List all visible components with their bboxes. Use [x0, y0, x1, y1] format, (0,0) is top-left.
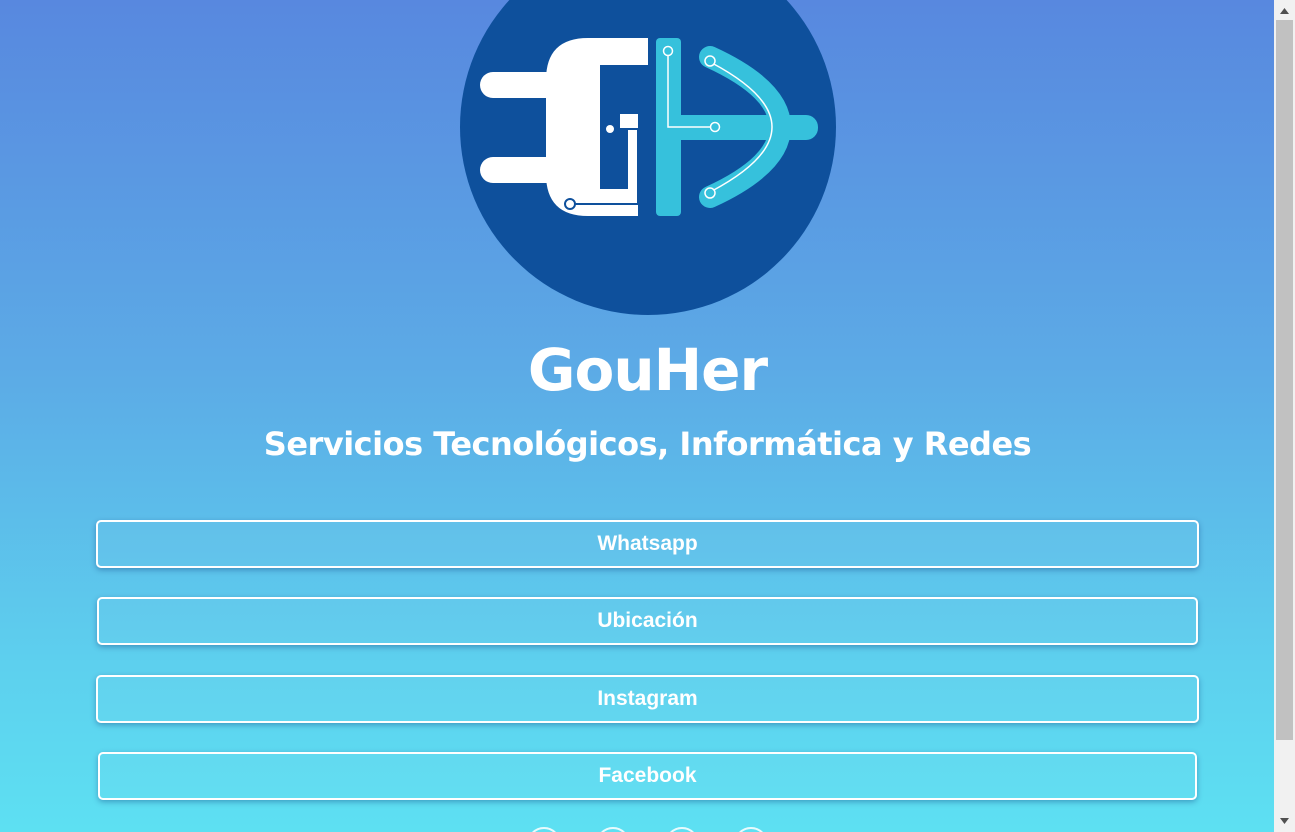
linktree-page: GouHer Servicios Tecnológicos, Informáti…	[0, 0, 1274, 832]
gh-logo-icon	[480, 38, 818, 216]
scroll-up-arrow-icon[interactable]	[1274, 3, 1295, 19]
brand-tagline: Servicios Tecnológicos, Informática y Re…	[263, 425, 1032, 463]
scrollbar-thumb[interactable]	[1276, 20, 1293, 740]
social-icon-2[interactable]	[596, 827, 630, 832]
social-icon-4[interactable]	[734, 827, 768, 832]
instagram-link-button[interactable]: Instagram	[96, 675, 1199, 723]
facebook-link-button[interactable]: Facebook	[98, 752, 1197, 800]
vertical-scrollbar[interactable]	[1274, 0, 1295, 832]
brand-title: GouHer	[527, 336, 768, 404]
social-icon-1[interactable]	[527, 827, 561, 832]
social-icon-3[interactable]	[665, 827, 699, 832]
brand-logo	[460, 0, 836, 315]
location-link-button[interactable]: Ubicación	[97, 597, 1198, 645]
scroll-down-arrow-icon[interactable]	[1274, 813, 1295, 829]
whatsapp-link-button[interactable]: Whatsapp	[96, 520, 1199, 568]
